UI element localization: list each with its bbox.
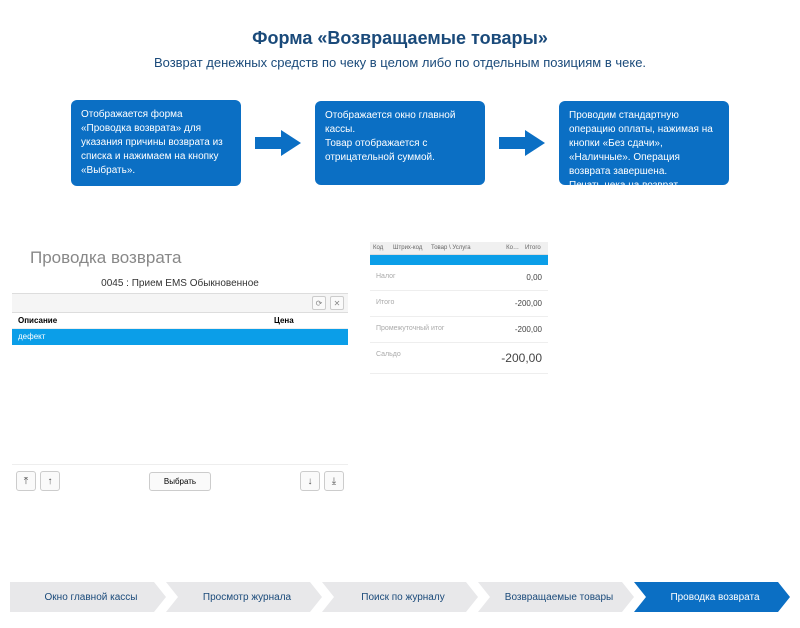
item-row[interactable] [370, 255, 548, 265]
step-4[interactable]: Проводка возврата [634, 582, 790, 612]
col-code: Код [370, 242, 390, 254]
up-icon[interactable]: ↑ [40, 471, 60, 491]
summary-label: Промежуточный итог [376, 325, 444, 334]
col-price: Цена [268, 313, 348, 328]
breadcrumb-stepper: Окно главной кассы Просмотр журнала Поиск … [10, 582, 790, 612]
down-icon[interactable]: ↓ [300, 471, 320, 491]
refresh-icon[interactable]: ⟳ [312, 296, 326, 310]
summary-value: -200,00 [501, 351, 542, 365]
flow-step-3: Проводим стандартную операцию оплаты, на… [559, 101, 729, 185]
col-qty: Ко… [503, 242, 522, 254]
step-label: Проводка возврата [670, 592, 759, 603]
summary-line: Промежуточный итог -200,00 [370, 317, 548, 343]
summary-value: -200,00 [515, 325, 542, 334]
arrow-icon [255, 128, 301, 158]
toolbar: ⟳ ✕ [12, 293, 348, 313]
summary-line: Итого -200,00 [370, 291, 548, 317]
item-line: 0045 : Прием EMS Обыкновенное [12, 278, 348, 289]
screenshot-return-form: Проводка возврата 0045 : Прием EMS Обыкн… [12, 242, 348, 497]
col-total: Итого [522, 242, 548, 254]
arrow-icon [499, 128, 545, 158]
flow-step-2: Отображается окно главной кассы. Товар о… [315, 101, 485, 185]
step-2[interactable]: Поиск по журналу [322, 582, 478, 612]
page-title: Форма «Возвращаемые товары» [0, 28, 800, 49]
step-3[interactable]: Возвращаемые товары [478, 582, 634, 612]
last-icon[interactable]: ⤓ [324, 471, 344, 491]
summary-label: Итого [376, 299, 394, 308]
reason-row[interactable]: дефект [12, 329, 348, 345]
first-icon[interactable]: ⤒ [16, 471, 36, 491]
step-label: Возвращаемые товары [505, 592, 613, 603]
process-flow: Отображается форма «Проводка возврата» д… [0, 100, 800, 186]
summary-line: Налог 0,00 [370, 265, 548, 291]
close-icon[interactable]: ✕ [330, 296, 344, 310]
select-button[interactable]: Выбрать [149, 472, 211, 491]
summary-line: Сальдо -200,00 [370, 343, 548, 374]
col-item: Товар \ Услуга [428, 242, 503, 254]
summary-label: Налог [376, 273, 396, 282]
summary-label: Сальдо [376, 351, 401, 365]
step-0[interactable]: Окно главной кассы [10, 582, 166, 612]
flow-step-1: Отображается форма «Проводка возврата» д… [71, 100, 241, 186]
col-description: Описание [12, 313, 268, 328]
page-subtitle: Возврат денежных средств по чеку в целом… [0, 55, 800, 70]
step-label: Поиск по журналу [361, 592, 444, 603]
summary-value: 0,00 [526, 273, 542, 282]
step-label: Окно главной кассы [45, 592, 138, 603]
list-empty-area [12, 345, 348, 465]
col-barcode: Штрих-код [390, 242, 428, 254]
table-header: Код Штрих-код Товар \ Услуга Ко… Итого [370, 242, 548, 255]
step-1[interactable]: Просмотр журнала [166, 582, 322, 612]
summary-value: -200,00 [515, 299, 542, 308]
screenshot-main-till: Код Штрих-код Товар \ Услуга Ко… Итого Н… [370, 242, 548, 497]
window-title: Проводка возврата [12, 242, 348, 272]
step-label: Просмотр журнала [203, 592, 291, 603]
